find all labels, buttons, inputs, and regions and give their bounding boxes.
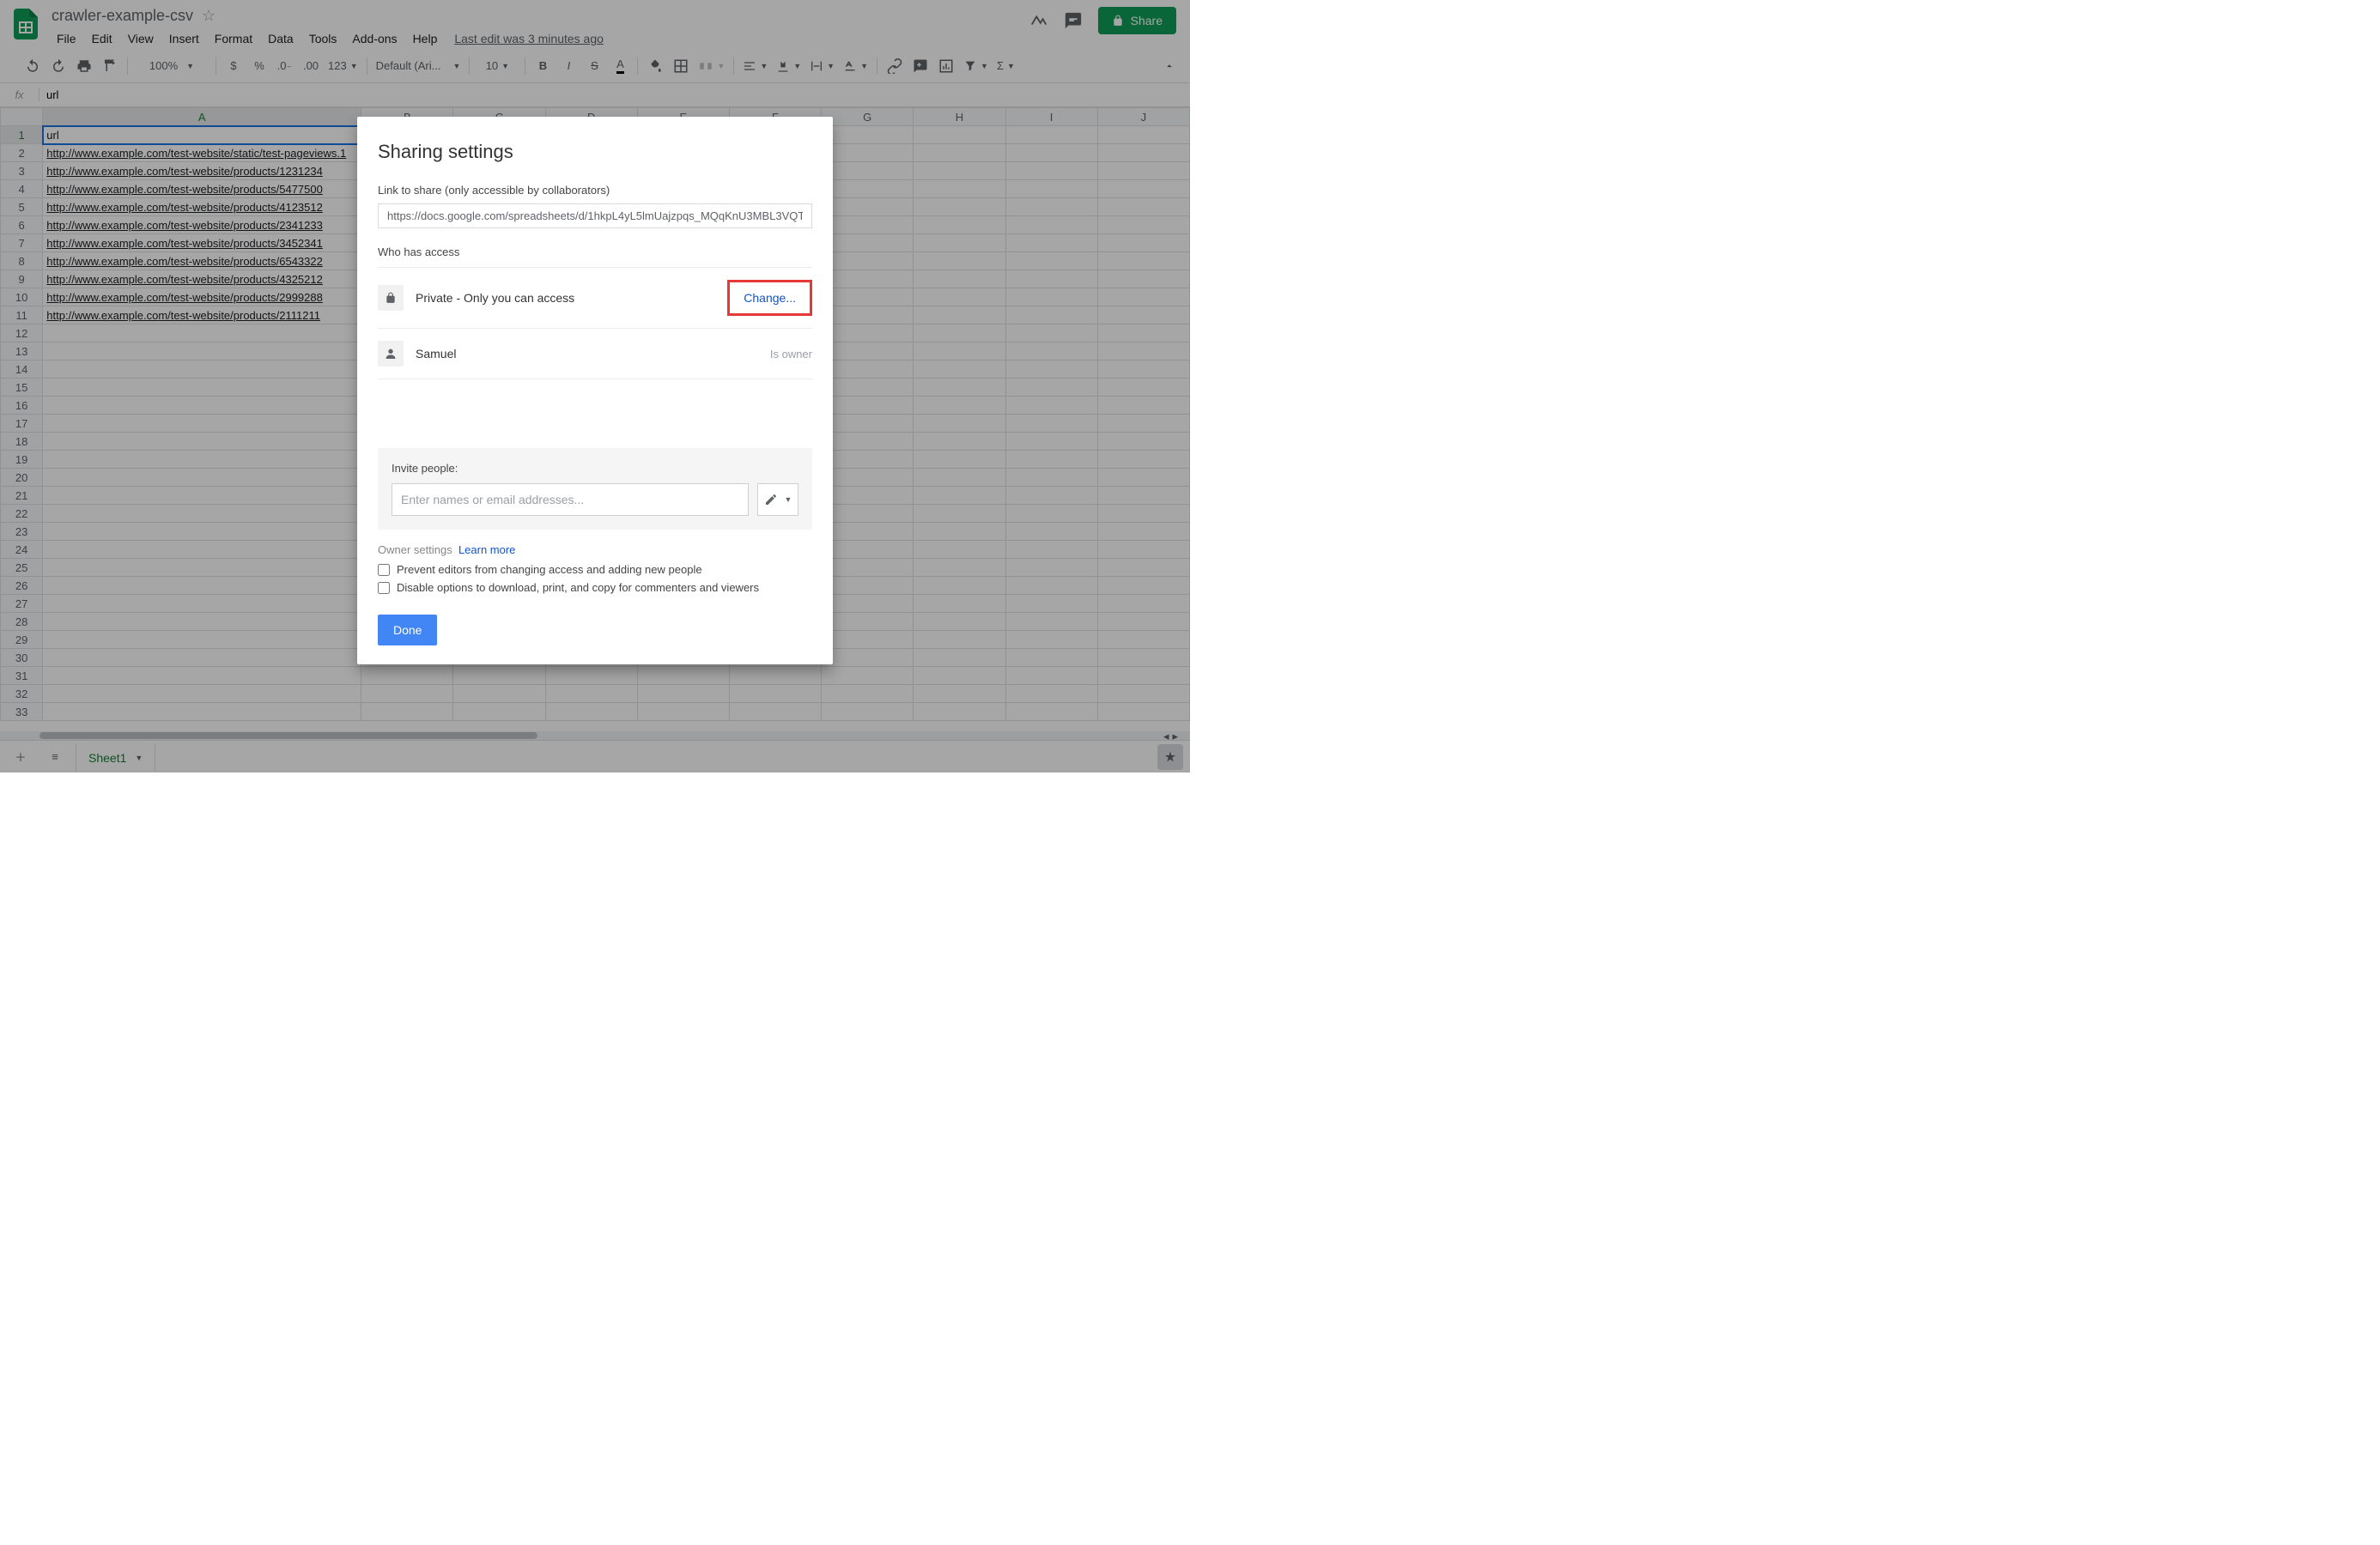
access-row-owner: Samuel Is owner bbox=[378, 329, 812, 379]
sharing-dialog: Sharing settings Link to share (only acc… bbox=[357, 117, 833, 664]
invite-input[interactable] bbox=[392, 483, 749, 516]
lock-icon bbox=[378, 285, 404, 311]
checkbox-prevent-editors[interactable]: Prevent editors from changing access and… bbox=[378, 563, 812, 576]
private-text: Private - Only you can access bbox=[416, 291, 715, 305]
access-row-private: Private - Only you can access Change... bbox=[378, 268, 812, 329]
share-link-input[interactable] bbox=[378, 203, 812, 228]
checkbox-prevent-editors-label: Prevent editors from changing access and… bbox=[397, 563, 702, 576]
invite-title: Invite people: bbox=[392, 462, 798, 475]
who-has-access-label: Who has access bbox=[378, 245, 812, 258]
checkbox-disable-download[interactable]: Disable options to download, print, and … bbox=[378, 581, 812, 594]
person-icon bbox=[378, 341, 404, 367]
owner-settings-label: Owner settings bbox=[378, 543, 452, 556]
is-owner-label: Is owner bbox=[770, 348, 812, 360]
owner-name: Samuel bbox=[416, 347, 758, 360]
pencil-icon bbox=[764, 493, 778, 506]
done-button[interactable]: Done bbox=[378, 615, 437, 645]
owner-settings: Owner settings Learn more Prevent editor… bbox=[378, 543, 812, 594]
learn-more-link[interactable]: Learn more bbox=[458, 543, 515, 556]
link-share-label: Link to share (only accessible by collab… bbox=[378, 184, 812, 197]
change-access-link[interactable]: Change... bbox=[727, 280, 812, 316]
invite-section: Invite people: ▼ bbox=[378, 448, 812, 530]
permission-selector[interactable]: ▼ bbox=[757, 483, 798, 516]
checkbox-disable-download-label: Disable options to download, print, and … bbox=[397, 581, 759, 594]
dialog-title: Sharing settings bbox=[378, 141, 812, 163]
modal-overlay: Sharing settings Link to share (only acc… bbox=[0, 0, 1190, 772]
checkbox-prevent-editors-input[interactable] bbox=[378, 564, 390, 576]
checkbox-disable-download-input[interactable] bbox=[378, 582, 390, 594]
